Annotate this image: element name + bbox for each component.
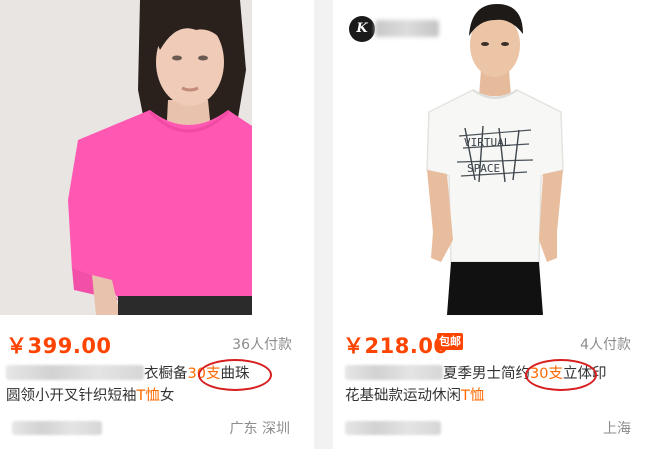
woman-pink-tshirt-illustration [0, 0, 252, 315]
shop-location: 广东 深圳 [229, 421, 290, 437]
product-price: ￥218.00 [343, 334, 449, 358]
highlight-keyword: T恤 [136, 388, 160, 404]
shop-location: 上海 [603, 421, 631, 437]
shop-name-redacted [375, 20, 439, 37]
product-title-line-2[interactable]: 圆领小开叉针织短袖T恤女 [6, 386, 174, 406]
shop-logo[interactable]: K [349, 16, 375, 42]
man-white-tshirt-illustration: VIRTUAL SPACE [333, 0, 655, 315]
product-card-right[interactable]: VIRTUAL SPACE K ￥218.00 包邮 4人付款 夏季男士简约30… [333, 0, 655, 449]
product-price: ￥399.00 [6, 334, 112, 358]
svg-text:VIRTUAL: VIRTUAL [464, 136, 511, 149]
product-card-left[interactable]: ￥399.00 36人付款 衣橱备30支曲珠 圆领小开叉针织短袖T恤女 广东 深… [0, 0, 314, 449]
sales-count: 4人付款 [580, 337, 631, 353]
sales-count: 36人付款 [232, 337, 292, 353]
redacted-text [345, 365, 443, 380]
free-shipping-badge: 包邮 [437, 333, 463, 350]
highlight-keyword: T恤 [461, 388, 485, 404]
annotation-circle [525, 359, 597, 391]
svg-text:SPACE: SPACE [467, 162, 500, 175]
product-image-woman-pink-tshirt[interactable] [0, 0, 252, 315]
product-image-man-white-tshirt[interactable]: VIRTUAL SPACE K [333, 0, 655, 315]
redacted-text [6, 365, 144, 380]
annotation-circle [198, 359, 272, 391]
product-title-line-2[interactable]: 花基础款运动休闲T恤 [345, 386, 484, 406]
